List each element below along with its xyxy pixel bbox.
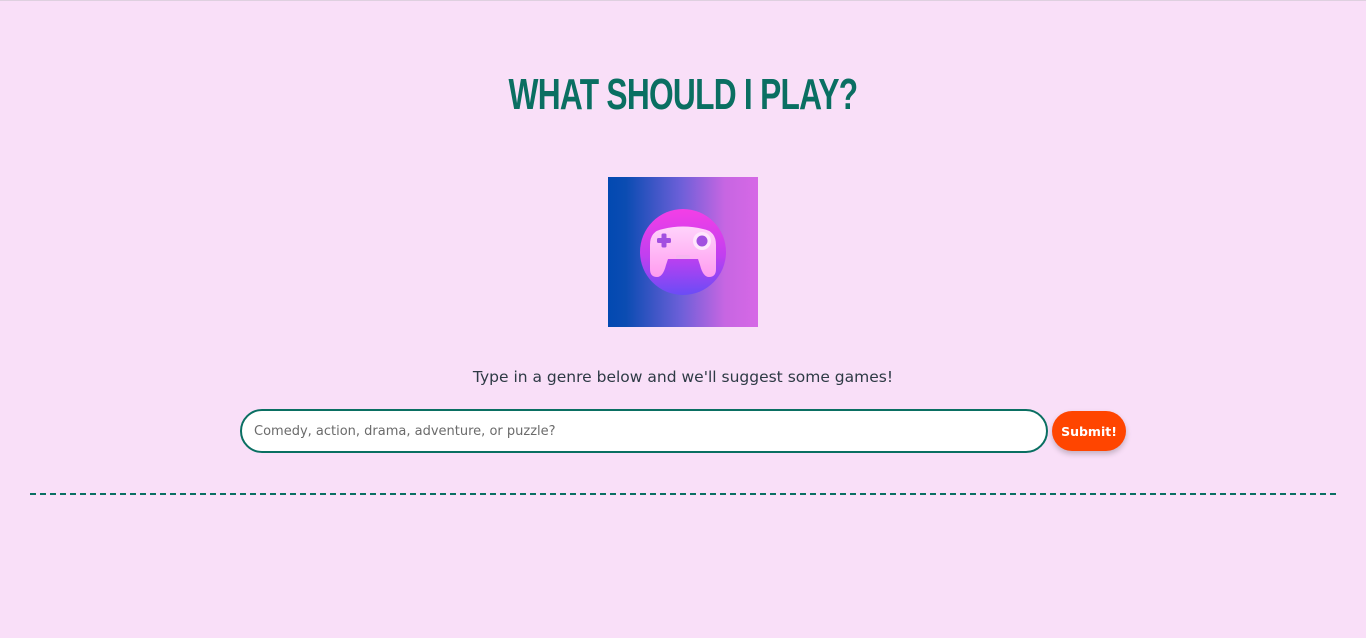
app-logo (608, 177, 758, 327)
gamepad-icon (640, 209, 726, 295)
page-title: What should I play? (508, 70, 859, 119)
submit-button[interactable]: Submit! (1052, 411, 1126, 451)
instructions-text: Type in a genre below and we'll suggest … (472, 368, 894, 386)
results-divider (30, 493, 1336, 495)
genre-search-input[interactable] (240, 409, 1048, 453)
